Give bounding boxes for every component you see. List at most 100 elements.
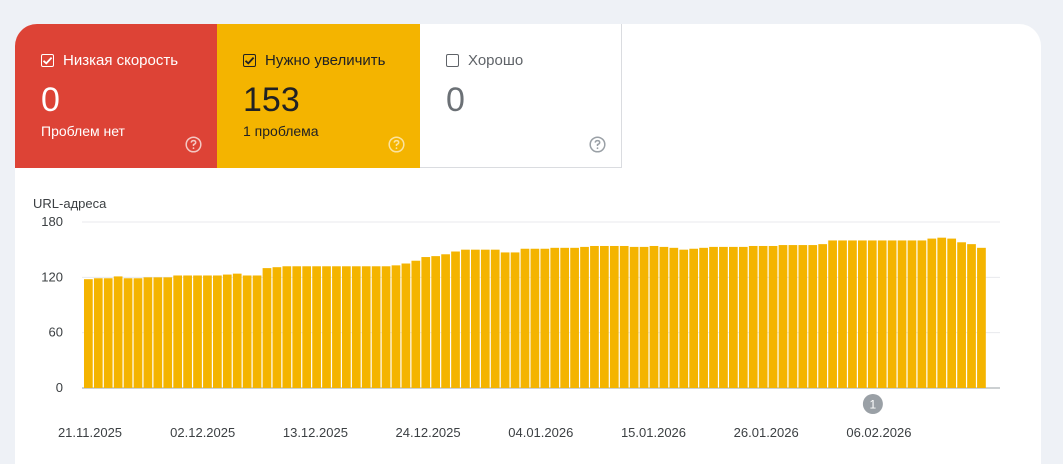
bar[interactable] [163,277,173,388]
bar[interactable] [193,275,202,388]
bar[interactable] [838,240,847,388]
bar[interactable] [302,266,312,388]
bar[interactable] [490,249,500,388]
bar[interactable] [947,238,957,388]
bar[interactable] [788,245,798,388]
bar[interactable] [600,245,609,388]
bar[interactable] [738,246,748,388]
bar[interactable] [977,247,986,388]
bar[interactable] [451,251,460,388]
y-axis-ticks: 180 120 60 0 [41,214,63,395]
bar[interactable] [927,238,937,388]
bar[interactable] [808,245,818,388]
bar[interactable] [153,277,163,388]
bar[interactable] [818,244,828,388]
bar[interactable] [907,240,917,388]
bar[interactable] [679,249,689,388]
bar[interactable] [848,240,857,388]
bar[interactable] [391,265,401,388]
x-tick-label: 26.01.2026 [734,425,799,440]
bar[interactable] [887,240,897,388]
bar[interactable] [84,279,93,388]
bar[interactable] [242,275,252,388]
bar[interactable] [173,275,183,388]
bar[interactable] [471,249,480,388]
bar[interactable] [361,266,371,388]
bar[interactable] [332,266,341,388]
bar[interactable] [629,246,639,388]
bar[interactable] [609,245,619,388]
bar[interactable] [500,252,510,388]
bar[interactable] [203,275,212,388]
bar[interactable] [401,263,411,389]
bar[interactable] [828,240,837,388]
bar[interactable] [292,266,302,388]
bar[interactable] [689,248,699,388]
bar[interactable] [570,247,579,388]
annotation-label: 1 [870,398,877,412]
bar[interactable] [867,240,877,388]
bar[interactable] [93,278,103,388]
report-card: Низкая скорость 0 Проблем нет Нужно увел… [15,24,1041,464]
bar[interactable] [560,247,570,388]
bar[interactable] [441,254,450,388]
bar[interactable] [540,248,550,388]
bar[interactable] [748,245,758,388]
bar[interactable] [222,274,232,388]
bar[interactable] [877,240,887,388]
bar[interactable] [729,246,738,388]
bar[interactable] [421,257,431,388]
bar[interactable] [371,266,381,388]
bar[interactable] [669,247,679,388]
bar[interactable] [550,247,560,388]
bar[interactable] [758,245,768,388]
bar[interactable] [133,278,143,388]
bar[interactable] [520,248,530,388]
bar[interactable] [183,275,192,388]
bar[interactable] [957,242,966,388]
bar[interactable] [699,247,708,388]
bar[interactable] [312,266,321,388]
x-axis-ticks: 21.11.2025 02.12.2025 13.12.2025 24.12.2025… [58,425,911,440]
x-tick-label: 06.02.2026 [846,425,911,440]
bar[interactable] [719,246,728,388]
bar[interactable] [510,252,520,388]
bar[interactable] [937,237,947,388]
bar[interactable] [322,266,331,388]
bar[interactable] [113,276,123,388]
bar[interactable] [461,249,470,388]
bar[interactable] [351,266,361,388]
bar[interactable] [580,246,589,388]
bar[interactable] [342,266,351,388]
bar[interactable] [381,266,391,388]
bar[interactable] [649,245,659,388]
bar[interactable] [232,273,242,388]
bar[interactable] [530,248,540,388]
bar[interactable] [639,246,649,388]
bar[interactable] [659,246,669,388]
bar[interactable] [768,245,778,388]
x-tick-label: 13.12.2025 [283,425,348,440]
bar[interactable] [272,267,282,388]
x-tick-label: 02.12.2025 [170,425,235,440]
bar[interactable] [967,244,976,388]
bar[interactable] [778,245,788,388]
bar[interactable] [480,249,490,388]
bar[interactable] [619,245,629,388]
bar[interactable] [282,266,292,388]
bar[interactable] [411,260,421,388]
bar[interactable] [590,245,599,388]
bar[interactable] [431,256,441,388]
bar[interactable] [798,245,808,388]
bar[interactable] [917,240,927,388]
bar[interactable] [252,275,262,388]
bar[interactable] [262,268,272,388]
x-tick-label: 04.01.2026 [508,425,573,440]
bar[interactable] [897,240,907,388]
bar[interactable] [213,275,222,388]
bar[interactable] [143,277,153,388]
bar[interactable] [123,278,133,388]
bar[interactable] [103,278,113,388]
bar[interactable] [858,240,867,388]
bar[interactable] [709,246,718,388]
